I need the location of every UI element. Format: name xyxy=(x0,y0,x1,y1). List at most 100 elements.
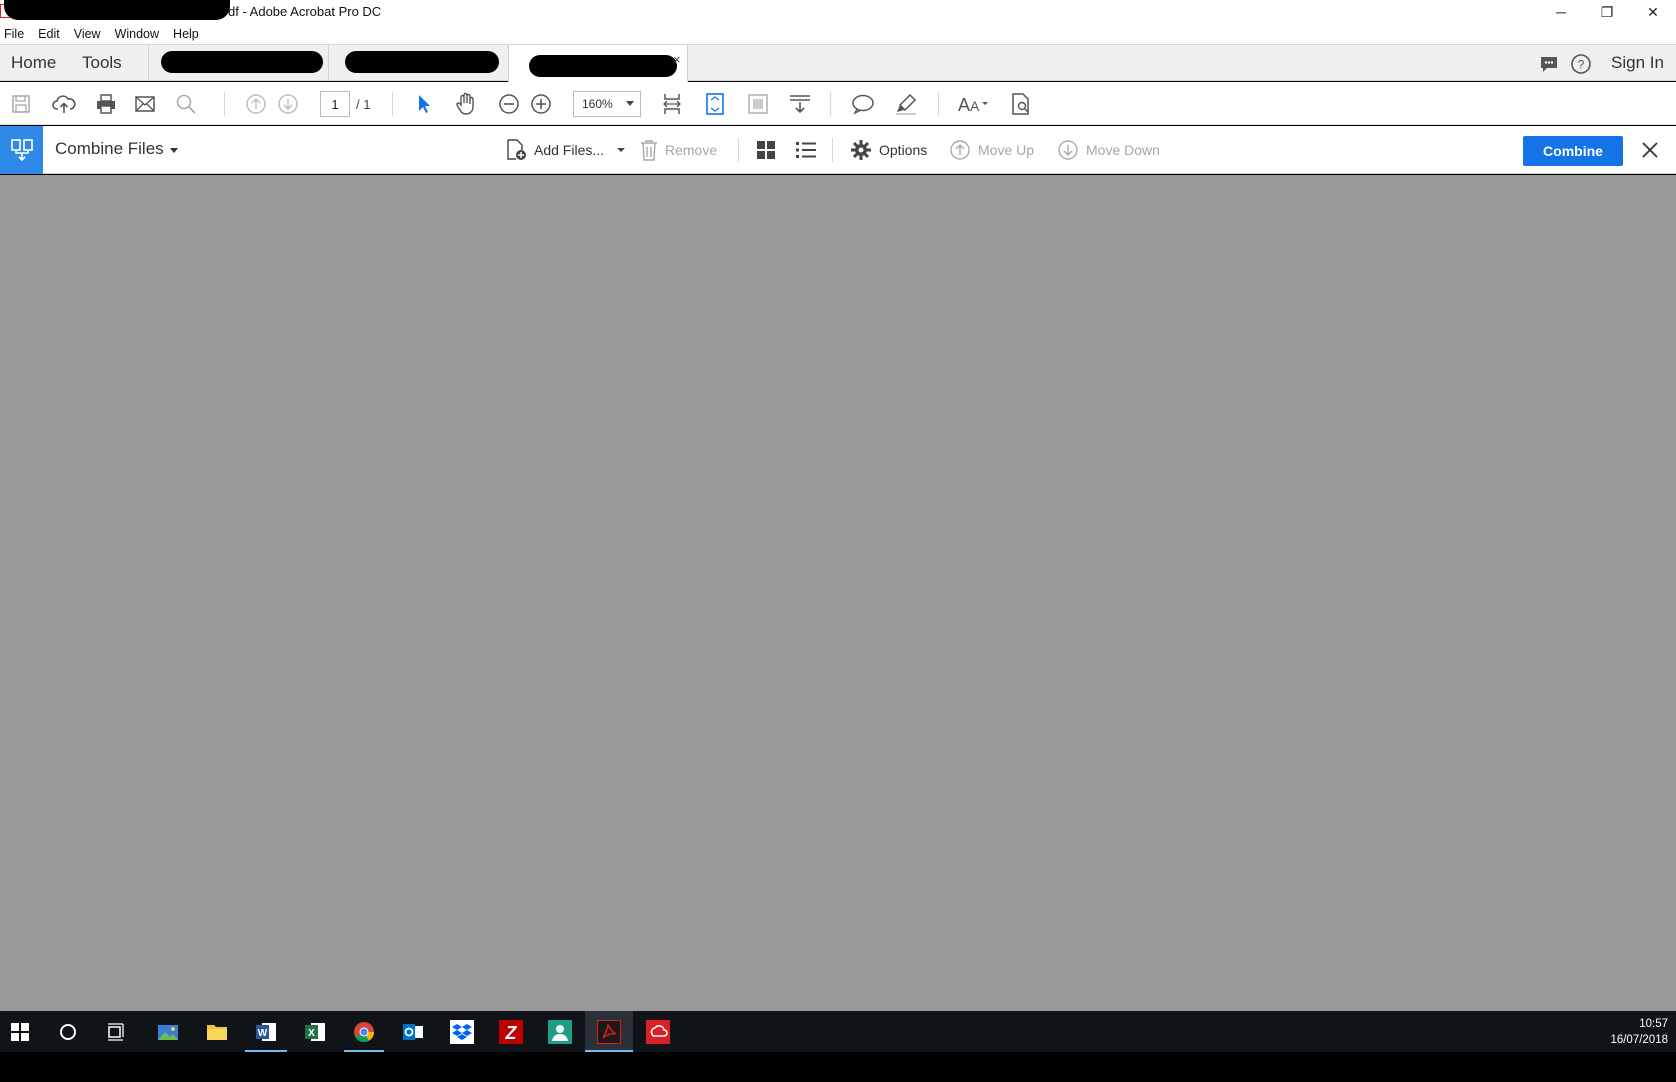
toolbar-divider xyxy=(832,138,833,162)
add-files-button[interactable]: Add Files... xyxy=(505,138,633,162)
full-screen-icon[interactable] xyxy=(745,91,771,117)
clock-time: 10:57 xyxy=(1639,1018,1668,1030)
highlight-pen-icon[interactable] xyxy=(893,91,919,117)
sign-in-link[interactable]: Sign In xyxy=(1611,53,1664,73)
zoom-out-icon[interactable] xyxy=(496,91,522,117)
svg-text:Z: Z xyxy=(505,1023,518,1043)
options-button[interactable]: Options xyxy=(850,138,927,162)
system-clock[interactable]: 10:57 16/07/2018 xyxy=(1610,1016,1668,1048)
dropbox-app-icon[interactable] xyxy=(447,1017,477,1047)
fit-page-icon[interactable] xyxy=(702,91,728,117)
combine-button[interactable]: Combine xyxy=(1523,136,1623,166)
move-down-label: Move Down xyxy=(1086,142,1160,158)
next-page-icon[interactable] xyxy=(275,91,301,117)
page-number-input[interactable]: 1 xyxy=(320,91,350,117)
redacted-tab-name xyxy=(161,51,323,73)
minimize-button[interactable]: ─ xyxy=(1538,0,1584,24)
document-tab-3[interactable]: × xyxy=(508,45,688,82)
search-icon[interactable] xyxy=(173,91,199,117)
trash-icon xyxy=(641,140,657,161)
excel-app-icon[interactable]: X xyxy=(300,1017,330,1047)
hand-tool-icon[interactable] xyxy=(453,91,479,117)
window-title: df - Adobe Acrobat Pro DC xyxy=(228,4,382,19)
move-down-button[interactable]: Move Down xyxy=(1057,138,1160,162)
page-total: / 1 xyxy=(356,97,371,112)
chevron-down-icon[interactable] xyxy=(616,147,626,153)
title-bar: df - Adobe Acrobat Pro DC ─ ❐ ✕ xyxy=(0,0,1676,24)
document-tab-1[interactable] xyxy=(148,45,328,81)
zoom-level-select[interactable]: 160% xyxy=(573,91,641,117)
scrolling-mode-icon[interactable] xyxy=(659,91,685,117)
list-view-button[interactable] xyxy=(795,138,824,162)
help-icon[interactable]: ? xyxy=(1570,53,1592,75)
creative-cloud-icon[interactable] xyxy=(643,1017,673,1047)
tab-home[interactable]: Home xyxy=(11,53,56,73)
menu-view[interactable]: View xyxy=(74,27,101,41)
menu-edit[interactable]: Edit xyxy=(38,27,60,41)
comment-chat-icon[interactable] xyxy=(1538,53,1560,75)
toolbar-divider xyxy=(830,92,831,116)
filezilla-app-icon[interactable]: Z xyxy=(496,1017,526,1047)
clock-date: 16/07/2018 xyxy=(1610,1034,1668,1046)
move-up-label: Move Up xyxy=(978,142,1035,158)
file-explorer-icon[interactable] xyxy=(202,1017,232,1047)
toolbar-divider xyxy=(224,92,225,116)
acrobat-taskbar-icon[interactable] xyxy=(594,1017,624,1047)
zoom-in-icon[interactable] xyxy=(528,91,554,117)
thumbnail-view-button[interactable] xyxy=(756,138,783,162)
svg-text:W: W xyxy=(258,1028,268,1039)
menu-window[interactable]: Window xyxy=(115,27,159,41)
task-view-icon[interactable] xyxy=(101,1017,131,1047)
tab-bar: Home Tools × ? Sign In xyxy=(0,44,1676,82)
chevron-down-icon xyxy=(626,101,634,106)
list-view-icon xyxy=(796,142,816,158)
contacts-app-icon[interactable] xyxy=(545,1017,575,1047)
chrome-browser-icon[interactable] xyxy=(349,1017,379,1047)
screen-bottom-border xyxy=(0,1052,1676,1082)
redacted-tab-name xyxy=(345,51,499,73)
main-toolbar: 1 / 1 160% AA xyxy=(0,82,1676,125)
tab-close-icon[interactable]: × xyxy=(673,52,681,67)
close-window-button[interactable]: ✕ xyxy=(1630,0,1676,24)
tab-tools[interactable]: Tools xyxy=(82,53,122,73)
add-files-label: Add Files... xyxy=(534,142,605,158)
previous-page-icon[interactable] xyxy=(243,91,269,117)
combine-files-toolbar: Combine Files Add Files... Remove Option… xyxy=(0,126,1676,174)
svg-text:A: A xyxy=(970,98,980,114)
zoom-level-value: 160% xyxy=(582,97,613,111)
chevron-down-icon[interactable] xyxy=(170,148,178,153)
text-size-icon[interactable]: AA xyxy=(957,91,993,117)
menu-help[interactable]: Help xyxy=(173,27,199,41)
windows-start-icon[interactable] xyxy=(5,1017,35,1047)
arrow-up-icon xyxy=(950,140,970,160)
menu-file[interactable]: File xyxy=(4,27,24,41)
select-cursor-icon[interactable] xyxy=(411,91,437,117)
photos-app-icon[interactable] xyxy=(153,1017,183,1047)
print-icon[interactable] xyxy=(93,91,119,117)
redacted-title-block xyxy=(4,0,230,20)
cloud-upload-icon[interactable] xyxy=(51,91,77,117)
windows-taskbar: W X Z 10:57 16/07/2018 xyxy=(0,1011,1676,1052)
comment-icon[interactable] xyxy=(850,91,876,117)
email-icon[interactable] xyxy=(132,91,158,117)
menu-bar: File Edit View Window Help xyxy=(0,24,1676,44)
restore-button[interactable]: ❐ xyxy=(1584,0,1630,24)
remove-button[interactable]: Remove xyxy=(640,138,717,162)
svg-text:?: ? xyxy=(1578,58,1585,72)
gear-icon xyxy=(851,140,871,160)
document-workspace[interactable] xyxy=(0,175,1676,1011)
word-app-icon[interactable]: W xyxy=(251,1017,281,1047)
outlook-app-icon[interactable] xyxy=(398,1017,428,1047)
move-up-button[interactable]: Move Up xyxy=(949,138,1034,162)
combine-files-tool-icon[interactable] xyxy=(0,126,43,174)
close-combine-tool-icon[interactable] xyxy=(1636,136,1664,164)
reading-mode-icon[interactable] xyxy=(787,91,813,117)
cortana-search-icon[interactable] xyxy=(53,1017,83,1047)
grid-view-icon xyxy=(757,141,775,159)
combine-files-title[interactable]: Combine Files xyxy=(55,139,164,159)
document-tab-2[interactable] xyxy=(328,45,508,81)
save-icon[interactable] xyxy=(8,91,34,117)
add-file-icon xyxy=(507,139,526,160)
toolbar-divider xyxy=(738,138,739,162)
document-properties-icon[interactable] xyxy=(1008,91,1034,117)
